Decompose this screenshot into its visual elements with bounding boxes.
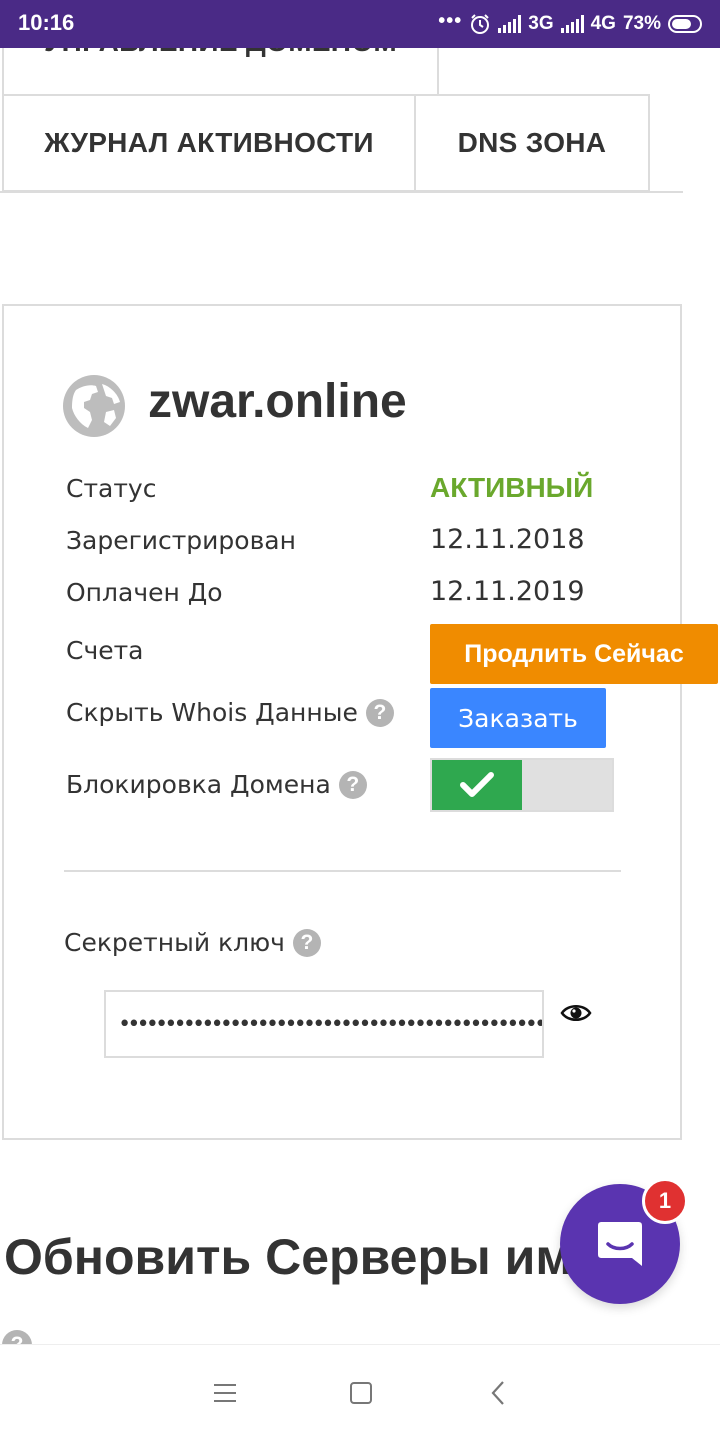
paid-until-date: 12.11.2019: [430, 576, 585, 607]
globe-icon: [63, 375, 125, 437]
chat-unread-badge: 1: [642, 1178, 688, 1224]
order-whois-button[interactable]: Заказать: [430, 688, 606, 748]
eye-icon[interactable]: [560, 1000, 592, 1026]
signal-icon: [498, 15, 522, 33]
menu-icon[interactable]: [205, 1373, 245, 1413]
domain-lock-label: Блокировка Домена: [66, 770, 331, 799]
whois-help-icon[interactable]: ?: [365, 698, 394, 727]
tab-dns-zone[interactable]: DNS ЗОНА: [414, 94, 650, 192]
home-icon[interactable]: [341, 1373, 381, 1413]
secret-key-label: Секретный ключ: [64, 928, 285, 957]
tabs-underline: [0, 191, 683, 193]
hide-whois-label: Скрыть Whois Данные: [66, 698, 358, 727]
back-icon[interactable]: [479, 1373, 519, 1413]
status-icons: ••• 3G 4G 73%: [438, 8, 702, 40]
whois-row-label: Скрыть Whois Данные ?: [66, 698, 394, 727]
domain-tabs: УПРАВЛЕНИЕ ДОМЕНОМ ЖУРНАЛ АКТИВНОСТИ DNS…: [0, 48, 720, 193]
alarm-icon: [471, 14, 490, 34]
lock-row-label: Блокировка Домена ?: [66, 770, 367, 799]
notification-dots: •••: [438, 9, 463, 32]
tab-domain-management-label: УПРАВЛЕНИЕ ДОМЕНОМ: [44, 48, 397, 58]
lock-help-icon[interactable]: ?: [338, 770, 367, 799]
renew-now-button[interactable]: Продлить Сейчас: [430, 624, 718, 684]
card-divider: [64, 870, 621, 872]
toggle-off-side: [522, 760, 612, 810]
chat-icon: [598, 1222, 642, 1266]
status-badge: АКТИВНЫЙ: [430, 472, 594, 503]
invoices-label: Счета: [66, 636, 144, 665]
domain-lock-toggle[interactable]: [430, 758, 614, 812]
secret-help-icon[interactable]: ?: [292, 928, 321, 957]
update-nameservers-heading: Обновить Серверы им: [4, 1229, 573, 1285]
network-4g-label: 4G: [590, 13, 616, 34]
toggle-on-side: [432, 760, 522, 810]
status-bar: 10:16 ••• 3G 4G 73%: [0, 0, 720, 48]
secret-key-field[interactable]: ••••••••••••••••••••••••••••••••••••••••…: [104, 990, 544, 1058]
network-3g-label: 3G: [528, 13, 554, 34]
tab-dns-zone-label: DNS ЗОНА: [457, 127, 607, 158]
battery-percent: 73%: [622, 13, 661, 34]
domain-name: zwar.online: [148, 375, 407, 428]
registered-label: Зарегистрирован: [66, 526, 296, 555]
secret-key-row: Секретный ключ ?: [64, 928, 321, 957]
registered-date: 12.11.2018: [430, 524, 585, 555]
signal-icon-2: [560, 15, 584, 33]
tab-domain-management[interactable]: УПРАВЛЕНИЕ ДОМЕНОМ: [2, 48, 439, 96]
tab-activity-log-label: ЖУРНАЛ АКТИВНОСТИ: [44, 127, 374, 158]
tab-activity-log[interactable]: ЖУРНАЛ АКТИВНОСТИ: [2, 94, 416, 192]
paid-until-label: Оплачен До: [66, 578, 223, 607]
system-nav-bar: [0, 1344, 720, 1440]
status-time: 10:16: [18, 10, 75, 35]
status-label: Статус: [66, 474, 157, 503]
battery-icon: [668, 15, 702, 33]
checkmark-icon: [460, 772, 494, 797]
